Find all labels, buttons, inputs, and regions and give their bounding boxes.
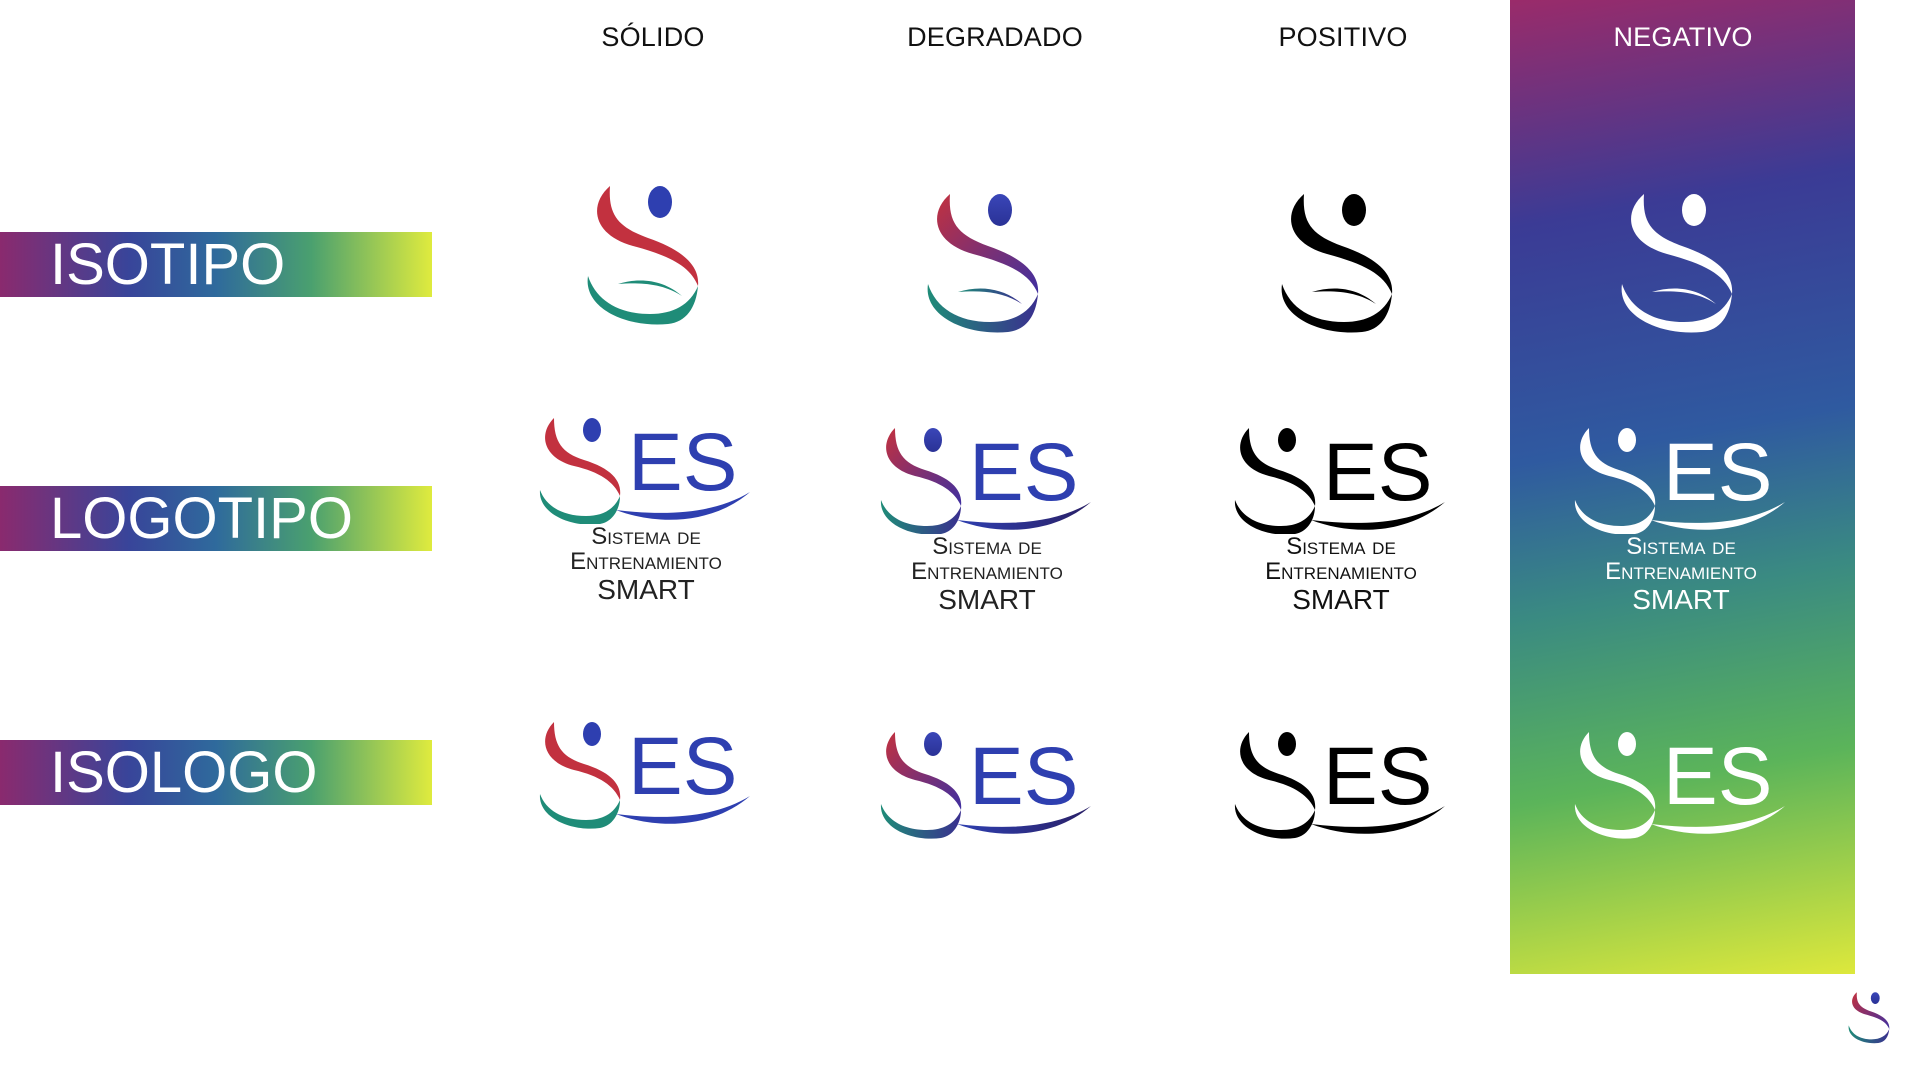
tagline-line3: SMART bbox=[597, 574, 695, 606]
svg-text:ES: ES bbox=[628, 721, 737, 812]
logotipo-gradient-lockup: ES Sistema de Entrenamiento SMART bbox=[879, 424, 1094, 615]
row-label-isologo-text: ISOLOGO bbox=[50, 739, 318, 805]
tagline-line1: Sistema de bbox=[591, 523, 701, 550]
column-header-solid: SÓLIDO bbox=[601, 22, 705, 52]
svg-text:ES: ES bbox=[969, 427, 1078, 518]
column-header-positive: POSITIVO bbox=[1278, 22, 1408, 52]
isotipo-positive-mark bbox=[1281, 194, 1393, 333]
tagline-line1: Sistema de bbox=[1626, 533, 1736, 560]
logotipo-negative-tagline: Sistema de Entrenamiento SMART bbox=[1561, 534, 1801, 615]
svg-text:ES: ES bbox=[969, 731, 1078, 822]
row-label-logotipo-text: LOGOTIPO bbox=[50, 485, 353, 551]
logotipo-negative-mark: ES bbox=[1574, 427, 1785, 535]
isotipo-negative-mark bbox=[1621, 194, 1733, 333]
logotipo-gradient-tagline: Sistema de Entrenamiento SMART bbox=[867, 534, 1107, 615]
row-label-isotipo: ISOTIPO bbox=[0, 232, 432, 297]
row-label-isotipo-text: ISOTIPO bbox=[50, 231, 286, 297]
tagline-line3: SMART bbox=[1292, 584, 1390, 616]
logotipo-positive-lockup: ES Sistema de Entrenamiento SMART bbox=[1233, 424, 1448, 615]
column-header-gradient: DEGRADADO bbox=[907, 22, 1083, 52]
tagline-line2: Entrenamiento bbox=[570, 548, 722, 576]
logotipo-solid-tagline: Sistema de Entrenamiento SMART bbox=[526, 524, 766, 605]
logotipo-negative-lockup: ES Sistema de Entrenamiento SMART bbox=[1573, 424, 1788, 615]
isologo-negative-mark: ES bbox=[1574, 731, 1785, 839]
tagline-line3: SMART bbox=[938, 584, 1036, 616]
tagline-line2: Entrenamiento bbox=[1605, 558, 1757, 586]
tagline-line2: Entrenamiento bbox=[911, 558, 1063, 586]
tagline-line3: SMART bbox=[1632, 584, 1730, 616]
isologo-gradient-mark: ES bbox=[880, 731, 1091, 839]
isotipo-solid-mark bbox=[587, 186, 699, 325]
row-label-logotipo: LOGOTIPO bbox=[0, 486, 432, 551]
svg-text:ES: ES bbox=[1663, 427, 1772, 518]
logotipo-positive-tagline: Sistema de Entrenamiento SMART bbox=[1221, 534, 1461, 615]
tagline-line2: Entrenamiento bbox=[1265, 558, 1417, 586]
isotipo-gradient-mark bbox=[927, 194, 1039, 333]
logotipo-positive-mark: ES bbox=[1234, 427, 1445, 535]
tagline-line1: Sistema de bbox=[1286, 533, 1396, 560]
svg-text:ES: ES bbox=[1323, 731, 1432, 822]
isologo-solid-mark: ES bbox=[539, 721, 750, 829]
isologo-positive-mark: ES bbox=[1234, 731, 1445, 839]
svg-text:ES: ES bbox=[628, 417, 737, 508]
logotipo-solid-mark: ES bbox=[539, 417, 750, 525]
logotipo-solid-lockup: ES Sistema de Entrenamiento SMART bbox=[538, 414, 753, 605]
corner-brand-icon bbox=[1848, 992, 1890, 1044]
row-label-isologo: ISOLOGO bbox=[0, 740, 432, 805]
logotipo-gradient-mark: ES bbox=[880, 427, 1091, 535]
tagline-line1: Sistema de bbox=[932, 533, 1042, 560]
column-header-negative: NEGATIVO bbox=[1613, 22, 1753, 52]
svg-text:ES: ES bbox=[1663, 731, 1772, 822]
svg-text:ES: ES bbox=[1323, 427, 1432, 518]
